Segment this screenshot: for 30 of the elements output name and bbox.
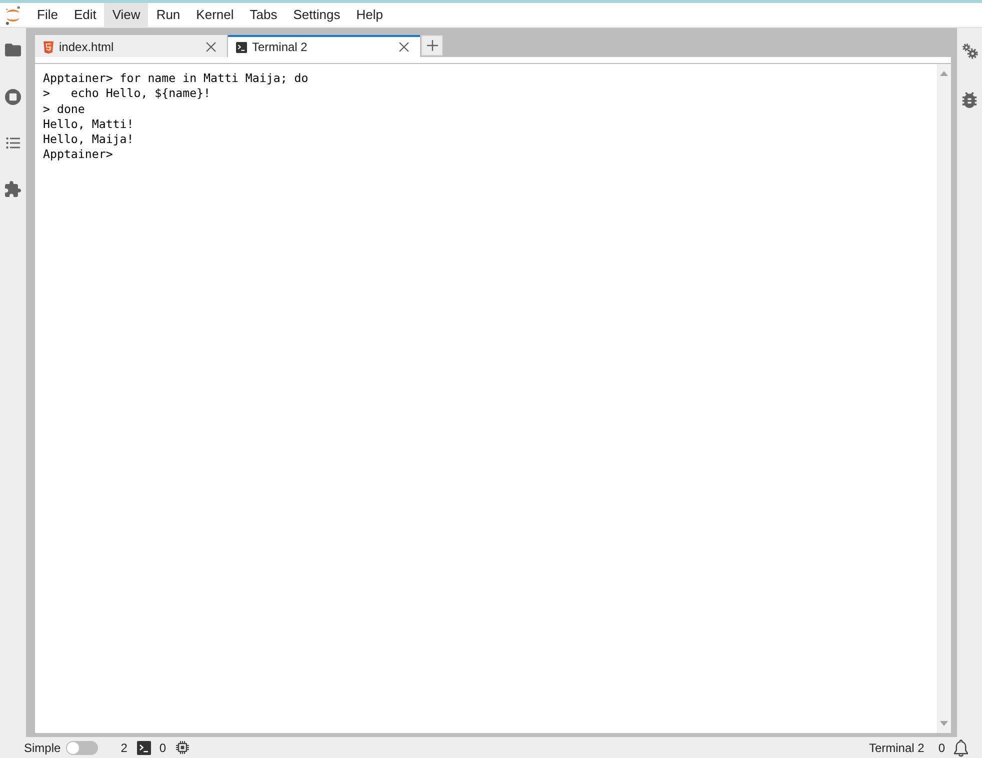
close-icon[interactable] [399,42,409,52]
mode-label: Simple [24,740,61,756]
notification-count: 0 [938,740,945,756]
list-icon[interactable] [6,137,20,149]
close-icon[interactable] [206,42,216,52]
menu-item[interactable]: View [104,3,148,27]
tab[interactable]: Terminal 2 [228,35,420,57]
terminal-line: > echo Hello, ${name}! [43,86,211,102]
plus-icon [426,40,438,51]
new-tab-button[interactable] [421,35,443,56]
terminal-line: Apptainer> [43,147,113,163]
terminal-line: Hello, Maija! [43,132,134,148]
terminal-icon [137,740,152,754]
bug-icon[interactable] [962,92,977,108]
gears-icon[interactable] [962,43,978,59]
tab[interactable]: index.html [35,35,227,57]
puzzle-piece-icon[interactable] [5,181,21,197]
bell-icon[interactable] [953,738,969,756]
logo-icon [5,6,21,24]
chip-icon [176,741,190,754]
terminal-line: Hello, Matti! [43,116,134,132]
terminal-line: Apptainer> for name in Matti Maija; do [43,71,308,86]
html-file-icon [43,40,54,54]
terminal-count: 2 [120,740,128,756]
folder-icon[interactable] [5,43,21,57]
document-label: Terminal 2 [868,740,924,756]
terminal-line: > done [43,102,85,117]
terminal-icon [236,42,247,52]
kernel-count: 0 [159,740,166,756]
toggle-switch[interactable] [66,740,98,754]
